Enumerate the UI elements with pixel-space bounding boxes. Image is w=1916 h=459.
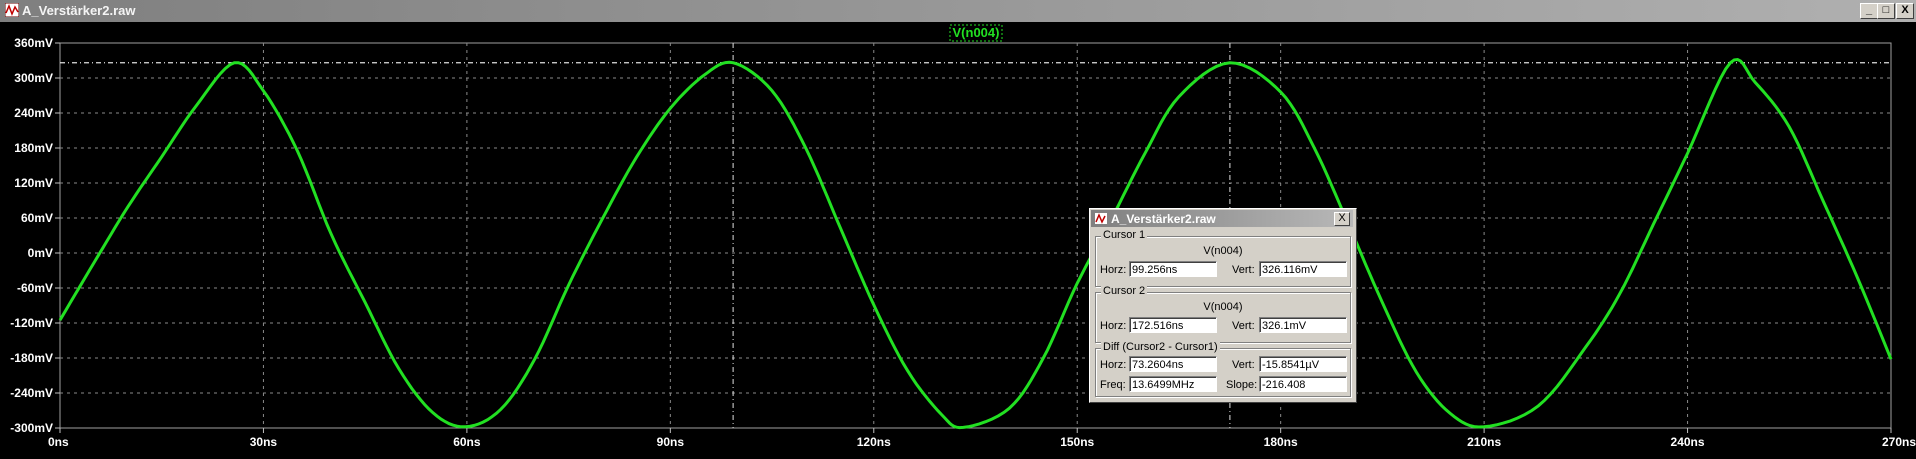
dialog-title: A_Verstärker2.raw [1111,212,1216,226]
window-titlebar[interactable]: A_Verstärker2.raw _ □ X [0,0,1916,22]
y-tick-label: 240mV [14,106,53,120]
diff-freq-field[interactable]: 13.6499MHz [1129,376,1217,392]
cursor-dialog[interactable]: A_Verstärker2.raw X Cursor 1 V(n004) Hor… [1089,208,1357,403]
x-tick-label: 90ns [657,435,685,449]
cursor2-horz-field[interactable]: 172.516ns [1129,317,1217,333]
cursor2-trace: V(n004) [1203,301,1243,313]
cursor2-group-label: Cursor 2 [1101,285,1148,297]
maximize-button[interactable]: □ [1877,3,1895,19]
window-title: A_Verstärker2.raw [22,3,136,18]
waveform-app-icon [5,3,19,17]
diff-group-label: Diff (Cursor2 - Cursor1) [1101,341,1220,353]
y-tick-label: -300mV [10,421,53,435]
diff-slope-field[interactable]: -216.408 [1259,376,1347,392]
diff-horz-field[interactable]: 73.2604ns [1129,356,1217,372]
x-tick-label: 120ns [857,435,891,449]
diff-group: Diff (Cursor2 - Cursor1) Horz: 73.2604ns… [1095,341,1351,397]
cursor2-vert-field[interactable]: 326.1mV [1259,317,1347,333]
minimize-button[interactable]: _ [1860,3,1878,19]
diff-freq-label: Freq: [1100,379,1126,391]
x-tick-label: 30ns [250,435,278,449]
cursor1-vert-field[interactable]: 326.116mV [1259,261,1347,277]
dialog-titlebar[interactable]: A_Verstärker2.raw X [1091,210,1353,227]
dialog-close-button[interactable]: X [1334,212,1350,226]
y-tick-label: -180mV [10,351,53,365]
x-tick-label: 240ns [1671,435,1705,449]
waveform-plot[interactable]: 360mV 300mV 240mV 180mV 120mV 60mV 0mV -60mV -12… [0,22,1916,459]
cursor2-horz-label: Horz: [1100,320,1127,332]
cursor1-group: Cursor 1 V(n004) Horz: 99.256ns Vert: 32… [1095,229,1351,287]
trace-legend[interactable]: V(n004) [949,24,1003,42]
y-tick-label: -240mV [10,386,53,400]
x-tick-label: 210ns [1467,435,1501,449]
y-tick-label: 180mV [14,141,53,155]
diff-vert-field[interactable]: -15.8541µV [1259,356,1347,372]
cursor1-horz-label: Horz: [1100,264,1127,276]
trace-label: V(n004) [953,25,1000,40]
y-tick-label: 360mV [14,36,53,50]
x-tick-label: 60ns [453,435,481,449]
cursor1-vert-label: Vert: [1232,264,1255,276]
cursor2-group: Cursor 2 V(n004) Horz: 172.516ns Vert: 3… [1095,285,1351,343]
y-tick-label: 120mV [14,176,53,190]
x-tick-label: 270ns [1882,435,1916,449]
cursor2-vert-label: Vert: [1232,320,1255,332]
x-tick-label: 0ns [48,435,69,449]
close-button[interactable]: X [1896,3,1914,19]
diff-vert-label: Vert: [1232,359,1255,371]
ltspice-icon [1095,213,1107,224]
cursor1-trace: V(n004) [1203,245,1243,257]
y-tick-label: 0mV [28,246,53,260]
x-tick-label: 180ns [1264,435,1298,449]
cursor1-horz-field[interactable]: 99.256ns [1129,261,1217,277]
cursor1-group-label: Cursor 1 [1101,229,1148,241]
y-tick-label: -60mV [17,281,53,295]
y-tick-label: 300mV [14,71,53,85]
diff-horz-label: Horz: [1100,359,1127,371]
y-tick-label: -120mV [10,316,53,330]
x-tick-label: 150ns [1060,435,1094,449]
y-tick-label: 60mV [21,211,53,225]
diff-slope-label: Slope: [1226,379,1258,391]
